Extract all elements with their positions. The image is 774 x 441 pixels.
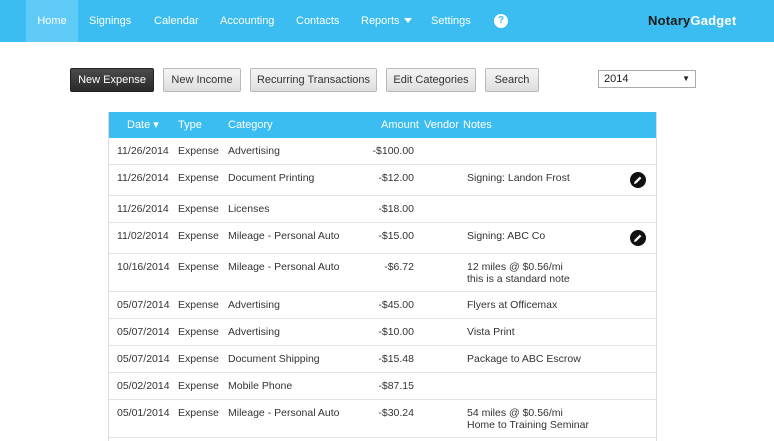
cell-notes: 12 miles @ $0.56/mi — [467, 261, 563, 273]
table-row[interactable]: 11/26/2014 Expense Advertising -$100.00 — [109, 138, 656, 165]
cell-date: 05/07/2014 — [117, 299, 170, 311]
cell-notes: Flyers at Officemax — [467, 299, 558, 311]
cell-type: Expense — [178, 145, 219, 157]
cell-amount: -$87.15 — [378, 380, 414, 392]
cell-category: Document Printing — [228, 172, 315, 184]
nav-settings[interactable]: Settings — [431, 0, 471, 42]
table-row[interactable]: 05/01/2014 Expense Mileage - Personal Au… — [109, 400, 656, 438]
cell-date: 11/26/2014 — [117, 172, 169, 184]
pencil-icon[interactable] — [630, 230, 646, 246]
new-expense-button[interactable]: New Expense — [70, 68, 154, 92]
cell-category: Document Shipping — [228, 353, 320, 365]
nav-signings[interactable]: Signings — [89, 0, 131, 42]
cell-date: 11/02/2014 — [117, 230, 169, 242]
nav-reports[interactable]: Reports — [361, 0, 412, 42]
table-row[interactable]: 10/16/2014 Expense Mileage - Personal Au… — [109, 254, 656, 292]
cell-notes-line-2: Home to Training Seminar — [467, 419, 589, 431]
table-row[interactable]: 11/26/2014 Expense Document Printing -$1… — [109, 165, 656, 196]
cell-category: Mileage - Personal Auto — [228, 230, 340, 242]
cell-type: Expense — [178, 407, 219, 419]
column-header-date[interactable]: Date ▾ — [127, 112, 159, 138]
cell-amount: -$100.00 — [372, 145, 414, 157]
cell-notes: Package to ABC Escrow — [467, 353, 581, 365]
cell-notes: Signing: Landon Frost — [467, 172, 570, 184]
cell-amount: -$6.72 — [384, 261, 414, 273]
cell-date: 05/02/2014 — [117, 380, 170, 392]
cell-category: Licenses — [228, 203, 270, 215]
cell-date: 10/16/2014 — [117, 261, 170, 273]
table-row[interactable]: 05/07/2014 Expense Document Shipping -$1… — [109, 346, 656, 373]
table-row[interactable]: 05/07/2014 Expense Advertising -$10.00 V… — [109, 319, 656, 346]
brand-part-2: Gadget — [690, 13, 737, 28]
cell-type: Expense — [178, 261, 219, 273]
table-row[interactable]: 11/02/2014 Expense Mileage - Personal Au… — [109, 223, 656, 254]
recurring-transactions-button[interactable]: Recurring Transactions — [250, 68, 377, 92]
cell-amount: -$15.48 — [378, 353, 414, 365]
table-row[interactable]: 05/02/2014 Expense Mobile Phone -$87.15 — [109, 373, 656, 400]
table-row[interactable]: 05/07/2014 Expense Advertising -$45.00 F… — [109, 292, 656, 319]
transactions-table: Date ▾ Type Category Amount Vendor Notes… — [108, 112, 657, 441]
column-header-type[interactable]: Type — [178, 112, 202, 138]
search-button[interactable]: Search — [485, 68, 539, 92]
cell-category: Mobile Phone — [228, 380, 293, 392]
pencil-icon[interactable] — [630, 172, 646, 188]
column-header-vendor[interactable]: Vendor — [424, 112, 459, 138]
column-header-amount[interactable]: Amount — [381, 112, 419, 138]
cell-amount: -$18.00 — [378, 203, 414, 215]
brand-part-1: Notary — [648, 13, 691, 28]
cell-type: Expense — [178, 380, 219, 392]
cell-category: Advertising — [228, 326, 280, 338]
nav-reports-label: Reports — [361, 15, 400, 27]
cell-type: Expense — [178, 203, 219, 215]
column-header-notes[interactable]: Notes — [463, 112, 492, 138]
dropdown-arrow-icon: ▼ — [682, 74, 690, 83]
cell-category: Advertising — [228, 145, 280, 157]
cell-category: Mileage - Personal Auto — [228, 261, 340, 273]
cell-notes: Vista Print — [467, 326, 515, 338]
cell-type: Expense — [178, 326, 219, 338]
nav-calendar[interactable]: Calendar — [154, 0, 199, 42]
chevron-down-icon — [403, 17, 412, 23]
cell-date: 05/01/2014 — [117, 407, 170, 419]
year-select[interactable]: 2014 ▼ — [598, 70, 696, 88]
nav-contacts[interactable]: Contacts — [296, 0, 339, 42]
cell-date: 05/07/2014 — [117, 353, 170, 365]
top-navigation: Home Signings Calendar Accounting Contac… — [0, 0, 774, 42]
year-select-value: 2014 — [604, 73, 629, 85]
cell-type: Expense — [178, 353, 219, 365]
cell-notes: 54 miles @ $0.56/mi — [467, 407, 563, 419]
edit-categories-button[interactable]: Edit Categories — [386, 68, 476, 92]
cell-amount: -$45.00 — [378, 299, 414, 311]
cell-date: 05/07/2014 — [117, 326, 170, 338]
cell-date: 11/26/2014 — [117, 203, 169, 215]
table-header: Date ▾ Type Category Amount Vendor Notes — [109, 112, 656, 138]
nav-accounting[interactable]: Accounting — [220, 0, 274, 42]
new-income-button[interactable]: New Income — [163, 68, 241, 92]
help-icon[interactable]: ? — [494, 14, 508, 28]
cell-category: Mileage - Personal Auto — [228, 407, 340, 419]
cell-type: Expense — [178, 230, 219, 242]
cell-amount: -$15.00 — [378, 230, 414, 242]
nav-home[interactable]: Home — [26, 0, 78, 42]
cell-amount: -$30.24 — [378, 407, 414, 419]
cell-notes: Signing: ABC Co — [467, 230, 546, 242]
cell-date: 11/26/2014 — [117, 145, 169, 157]
cell-amount: -$12.00 — [378, 172, 414, 184]
cell-type: Expense — [178, 172, 219, 184]
cell-notes-line-2: this is a standard note — [467, 273, 570, 285]
cell-type: Expense — [178, 299, 219, 311]
cell-amount: -$10.00 — [378, 326, 414, 338]
column-header-category[interactable]: Category — [228, 112, 273, 138]
cell-category: Advertising — [228, 299, 280, 311]
brand-logo: NotaryGadget — [648, 0, 736, 42]
table-row[interactable]: 11/26/2014 Expense Licenses -$18.00 — [109, 196, 656, 223]
